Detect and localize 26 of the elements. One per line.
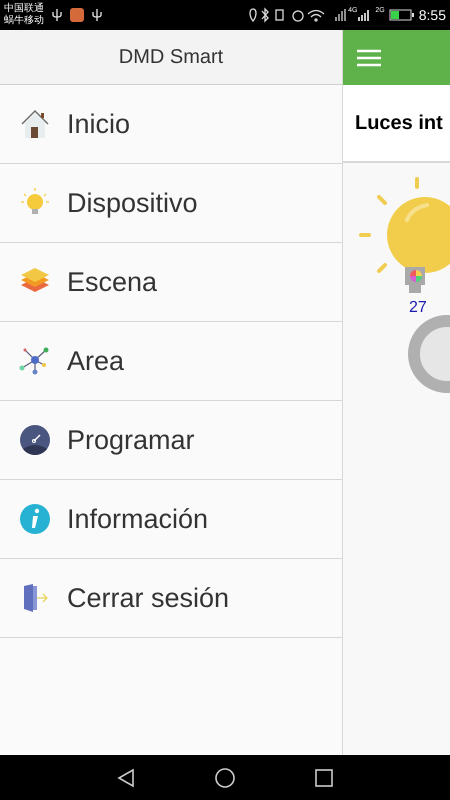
signal-icon — [357, 8, 372, 22]
drawer-menu-item[interactable]: Area — [0, 322, 342, 401]
clock-time: 8:55 — [418, 6, 446, 24]
device-value: 27 — [409, 298, 428, 318]
section-title: Luces int — [355, 111, 443, 136]
recent-apps-icon[interactable] — [314, 768, 334, 788]
drawer-menu-item[interactable]: Información — [0, 480, 342, 559]
back-icon[interactable] — [116, 768, 136, 788]
carrier-name: 中国联通 — [4, 3, 44, 14]
home-circle-icon[interactable] — [214, 766, 236, 788]
carrier-name: 蜗牛移动 — [4, 15, 44, 27]
drawer-title: DMD Smart — [118, 45, 224, 70]
usb-icon — [52, 8, 62, 22]
drawer-menu-item[interactable]: Inicio — [0, 85, 342, 164]
gauge-icon — [19, 424, 51, 456]
app-notification-icon — [70, 8, 84, 22]
menu-icon[interactable] — [356, 48, 382, 68]
battery-icon — [388, 8, 415, 22]
drawer-menu-item[interactable]: Dispositivo — [0, 164, 342, 243]
usb-icon — [92, 8, 102, 22]
drawer-menu-item[interactable]: Escena — [0, 243, 342, 322]
house-icon — [19, 108, 51, 140]
info-icon — [19, 503, 51, 535]
network-icon — [19, 345, 51, 377]
drawer-menu-item[interactable]: Programar — [0, 401, 342, 480]
drawer-menu-item[interactable]: Cerrar sesión — [0, 559, 342, 638]
